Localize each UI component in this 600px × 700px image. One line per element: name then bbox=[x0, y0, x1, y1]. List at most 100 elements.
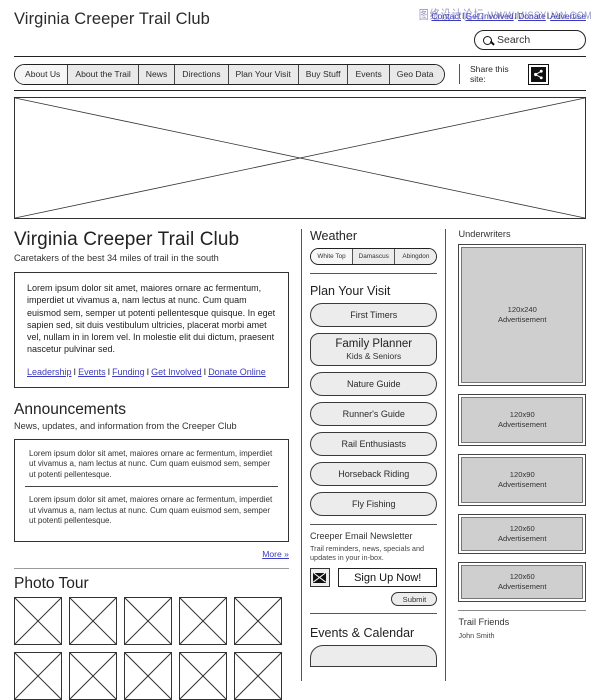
nav-tab-about-the-trail[interactable]: About the Trail bbox=[68, 64, 139, 84]
signup-button[interactable]: Sign Up Now! bbox=[337, 568, 438, 587]
plan-visit-fly-fishing[interactable]: Fly Fishing bbox=[309, 492, 438, 516]
intro-link-funding[interactable]: Funding bbox=[112, 367, 145, 377]
photo-thumbnail[interactable] bbox=[14, 651, 62, 700]
photo-thumbnail[interactable] bbox=[124, 651, 172, 700]
photo-tour-divider bbox=[14, 567, 289, 569]
nav-tab-label: Directions bbox=[182, 69, 221, 79]
advertisement-placeholder: 120x60 Advertisement bbox=[461, 517, 583, 551]
newsletter-title: Creeper Email Newsletter bbox=[309, 531, 413, 541]
weather-tab-abingdon[interactable]: Abingdon bbox=[395, 249, 437, 264]
nav-tab-buy-stuff[interactable]: Buy Stuff bbox=[298, 64, 349, 84]
photo-thumbnail[interactable] bbox=[14, 596, 62, 645]
plan-visit-label: First Timers bbox=[350, 310, 398, 320]
nav-tab-geo-data[interactable]: Geo Data bbox=[389, 64, 444, 84]
intro-links: Leadership I Events I Funding I Get Involved I D… bbox=[27, 367, 276, 377]
photo-thumbnail[interactable] bbox=[179, 651, 227, 700]
hero-image-placeholder bbox=[14, 97, 586, 219]
page-subtitle: Caretakers of the best 34 miles of trail… bbox=[14, 253, 219, 263]
advertisement-slot[interactable]: 120x240 Advertisement bbox=[458, 244, 586, 386]
ad-size-label: 120x90 bbox=[509, 470, 535, 480]
weather-tab-label: Damascus bbox=[358, 253, 389, 260]
photo-thumbnail[interactable] bbox=[69, 596, 117, 645]
content-columns: Virginia Creeper Trail Club Caretakers o… bbox=[14, 229, 586, 700]
newsletter-submit-row: Submit bbox=[310, 587, 438, 606]
more-link[interactable]: More » bbox=[262, 549, 289, 559]
weather-divider bbox=[309, 273, 438, 274]
plan-visit-first-timers[interactable]: First Timers bbox=[309, 303, 438, 327]
submit-button[interactable]: Submit bbox=[391, 592, 438, 606]
site-header: Virginia Creeper Trail Club ContactIGet … bbox=[0, 0, 600, 56]
share-button[interactable] bbox=[527, 63, 549, 85]
announcements-subtitle: News, updates, and information from the … bbox=[14, 420, 237, 431]
utility-link-get-involved[interactable]: Get Involved bbox=[465, 11, 513, 21]
intro-link-donate-online[interactable]: Donate Online bbox=[208, 367, 266, 377]
nav-tab-directions[interactable]: Directions bbox=[175, 64, 229, 84]
intro-panel: Lorem ipsum dolor sit amet, maiores orna… bbox=[14, 272, 289, 388]
plan-visit-runners-guide[interactable]: Runner's Guide bbox=[309, 402, 438, 426]
intro-link-leadership[interactable]: Leadership bbox=[27, 367, 72, 377]
plan-visit-family-planner[interactable]: Family Planner Kids & Seniors bbox=[309, 333, 438, 366]
advertisement-slot[interactable]: 120x60 Advertisement bbox=[458, 562, 586, 602]
photo-thumbnail[interactable] bbox=[234, 651, 282, 700]
signup-button-label: Sign Up Now! bbox=[354, 571, 422, 584]
weather-tab-damascus[interactable]: Damascus bbox=[353, 249, 396, 264]
nav-tab-plan-your-visit[interactable]: Plan Your Visit bbox=[228, 64, 299, 84]
nav-tab-label: News bbox=[145, 69, 168, 79]
page-title: Virginia Creeper Trail Club bbox=[14, 229, 240, 250]
search-input[interactable]: Search bbox=[474, 30, 586, 50]
intro-link-get-involved[interactable]: Get Involved bbox=[151, 367, 202, 377]
plan-visit-nature-guide[interactable]: Nature Guide bbox=[309, 372, 438, 396]
envelope-icon[interactable] bbox=[309, 568, 330, 587]
main-content-column: Virginia Creeper Trail Club Caretakers o… bbox=[14, 229, 301, 700]
announcement-separator bbox=[25, 486, 278, 488]
weather-tab-group: White Top Damascus Abingdon bbox=[309, 248, 438, 265]
sidebar-middle-column: Weather White Top Damascus Abingdon Plan… bbox=[300, 229, 447, 681]
plan-visit-label: Nature Guide bbox=[346, 379, 401, 389]
ad-caption-label: Advertisement bbox=[497, 534, 547, 543]
advertisement-placeholder: 120x60 Advertisement bbox=[461, 565, 583, 599]
plan-visit-title: Plan Your Visit bbox=[309, 284, 391, 298]
advertisement-slot[interactable]: 120x60 Advertisement bbox=[458, 514, 586, 554]
submit-button-label: Submit bbox=[402, 594, 427, 604]
plan-visit-label: Rail Enthusiasts bbox=[341, 439, 406, 449]
weather-tab-label: Abingdon bbox=[402, 253, 430, 260]
advertisement-slot[interactable]: 120x90 Advertisement bbox=[458, 394, 586, 446]
header-divider bbox=[14, 56, 586, 57]
nav-divider bbox=[458, 64, 460, 84]
photo-tour-title: Photo Tour bbox=[14, 574, 89, 592]
plan-visit-rail-enthusiasts[interactable]: Rail Enthusiasts bbox=[309, 432, 438, 456]
advertisement-placeholder: 120x90 Advertisement bbox=[461, 397, 583, 443]
photo-thumbnail[interactable] bbox=[124, 596, 172, 645]
photo-thumbnail[interactable] bbox=[234, 596, 282, 645]
utility-link-contact[interactable]: Contact bbox=[431, 11, 461, 21]
plan-visit-label: Horseback Riding bbox=[338, 469, 410, 479]
intro-body-text: Lorem ipsum dolor sit amet, maiores orna… bbox=[27, 283, 276, 355]
nav-tab-about-us[interactable]: About Us bbox=[15, 64, 69, 84]
plan-visit-label: Fly Fishing bbox=[351, 499, 396, 509]
search-icon bbox=[483, 35, 492, 45]
plan-visit-horseback-riding[interactable]: Horseback Riding bbox=[309, 462, 438, 486]
ad-size-label: 120x240 bbox=[507, 305, 537, 315]
events-panel-placeholder[interactable] bbox=[309, 645, 438, 667]
search-placeholder: Search bbox=[497, 34, 531, 46]
nav-tab-news[interactable]: News bbox=[138, 64, 176, 84]
utility-link-advertise[interactable]: Advertise bbox=[550, 11, 586, 21]
events-title: Events & Calendar bbox=[309, 626, 415, 640]
nav-tab-label: About the Trail bbox=[75, 69, 131, 79]
share-label: Share this site: bbox=[469, 64, 509, 84]
plan-visit-label: Runner's Guide bbox=[342, 409, 405, 419]
ad-caption-label: Advertisement bbox=[497, 315, 547, 324]
utility-link-donate[interactable]: Donate bbox=[518, 11, 546, 21]
photo-thumbnail[interactable] bbox=[69, 651, 117, 700]
intro-link-events[interactable]: Events bbox=[78, 367, 106, 377]
advertisement-slot[interactable]: 120x90 Advertisement bbox=[458, 454, 586, 506]
ad-caption-label: Advertisement bbox=[497, 582, 547, 591]
weather-tab-white-top[interactable]: White Top bbox=[310, 249, 354, 264]
announcements-list: Lorem ipsum dolor sit amet, maiores orna… bbox=[14, 438, 289, 542]
nav-tab-events[interactable]: Events bbox=[348, 64, 390, 84]
nav-tab-label: Geo Data bbox=[396, 69, 434, 79]
photo-thumbnail[interactable] bbox=[179, 596, 227, 645]
nav-tab-label: About Us bbox=[25, 69, 61, 79]
newsletter-divider bbox=[309, 524, 438, 525]
announcement-item: Lorem ipsum dolor sit amet, maiores orna… bbox=[29, 495, 273, 526]
